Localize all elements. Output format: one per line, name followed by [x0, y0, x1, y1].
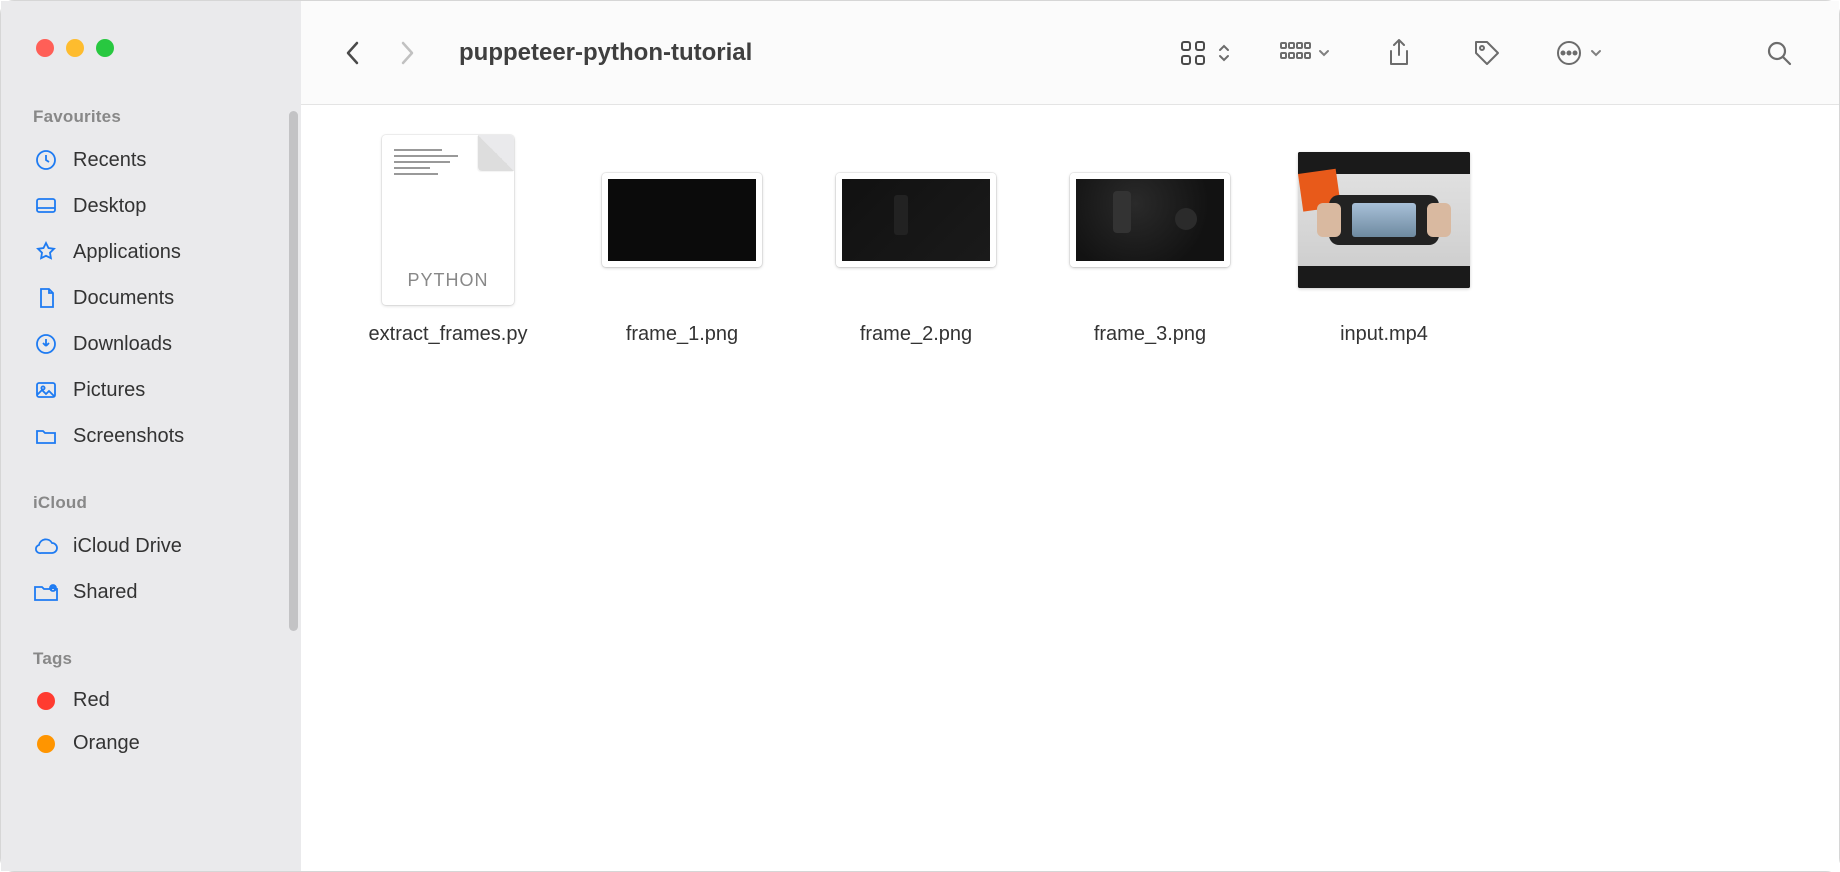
file-name: input.mp4	[1340, 323, 1428, 346]
folder-icon	[33, 423, 59, 449]
more-actions-button[interactable]	[1555, 31, 1603, 75]
close-window-button[interactable]	[36, 39, 54, 57]
view-mode-icons-button[interactable]	[1179, 31, 1231, 75]
applications-icon	[33, 239, 59, 265]
tag-dot-icon	[37, 735, 55, 753]
downloads-icon	[33, 331, 59, 357]
sidebar-item-downloads[interactable]: Downloads	[1, 321, 301, 367]
group-by-button[interactable]	[1279, 31, 1331, 75]
sidebar-item-label: Documents	[73, 287, 174, 310]
tags-button[interactable]	[1467, 31, 1507, 75]
cloud-icon	[33, 533, 59, 559]
file-item[interactable]: frame_3.png	[1033, 135, 1267, 346]
desktop-icon	[33, 193, 59, 219]
file-name: extract_frames.py	[369, 323, 528, 346]
toolbar: puppeteer-python-tutorial	[301, 1, 1839, 105]
sidebar: Favourites Recents Desktop Applications …	[1, 1, 301, 871]
sidebar-item-label: Desktop	[73, 195, 146, 218]
sidebar-item-label: Red	[73, 689, 110, 712]
sidebar-item-applications[interactable]: Applications	[1, 229, 301, 275]
sidebar-item-label: Pictures	[73, 379, 145, 402]
view-stepper-icon	[1217, 43, 1231, 63]
share-button[interactable]	[1379, 31, 1419, 75]
file-thumbnail	[1055, 135, 1245, 305]
sidebar-item-shared[interactable]: Shared	[1, 569, 301, 615]
fullscreen-window-button[interactable]	[96, 39, 114, 57]
sidebar-tag-red[interactable]: Red	[1, 679, 301, 722]
sidebar-item-label: Screenshots	[73, 425, 184, 448]
window-controls	[1, 1, 301, 57]
sidebar-item-desktop[interactable]: Desktop	[1, 183, 301, 229]
chevron-down-icon	[1589, 48, 1603, 58]
sidebar-item-label: Applications	[73, 241, 181, 264]
sidebar-item-icloud-drive[interactable]: iCloud Drive	[1, 523, 301, 569]
sidebar-item-label: Shared	[73, 581, 138, 604]
file-thumbnail	[821, 135, 1011, 305]
file-item[interactable]: input.mp4	[1267, 135, 1501, 346]
image-thumbnail-icon	[1070, 173, 1230, 267]
sidebar-section-favourites-header: Favourites	[1, 57, 301, 137]
file-item[interactable]: frame_1.png	[565, 135, 799, 346]
file-thumbnail	[1289, 135, 1479, 305]
file-item[interactable]: PYTHON extract_frames.py	[331, 135, 565, 346]
file-thumbnail	[587, 135, 777, 305]
sidebar-section-tags-header: Tags	[1, 615, 301, 679]
file-name: frame_2.png	[860, 323, 972, 346]
python-file-icon: PYTHON	[382, 135, 514, 305]
file-name: frame_3.png	[1094, 323, 1206, 346]
sidebar-section-icloud-header: iCloud	[1, 459, 301, 523]
clock-icon	[33, 147, 59, 173]
shared-folder-icon	[33, 579, 59, 605]
sidebar-tag-orange[interactable]: Orange	[1, 722, 301, 765]
file-grid: PYTHON extract_frames.py frame_1.png fra…	[301, 105, 1839, 871]
sidebar-item-label: Orange	[73, 732, 140, 755]
sidebar-item-pictures[interactable]: Pictures	[1, 367, 301, 413]
minimize-window-button[interactable]	[66, 39, 84, 57]
sidebar-scrollbar[interactable]	[289, 111, 298, 631]
document-icon	[33, 285, 59, 311]
file-type-badge: PYTHON	[382, 270, 514, 291]
pictures-icon	[33, 377, 59, 403]
file-name: frame_1.png	[626, 323, 738, 346]
chevron-down-icon	[1317, 48, 1331, 58]
sidebar-item-documents[interactable]: Documents	[1, 275, 301, 321]
sidebar-item-label: Downloads	[73, 333, 172, 356]
image-thumbnail-icon	[602, 173, 762, 267]
tag-dot-icon	[37, 692, 55, 710]
folder-title: puppeteer-python-tutorial	[459, 39, 752, 67]
video-thumbnail-icon	[1298, 152, 1470, 288]
sidebar-item-screenshots[interactable]: Screenshots	[1, 413, 301, 459]
back-button[interactable]	[331, 31, 375, 75]
sidebar-item-recents[interactable]: Recents	[1, 137, 301, 183]
search-button[interactable]	[1759, 31, 1799, 75]
forward-button[interactable]	[385, 31, 429, 75]
sidebar-item-label: Recents	[73, 149, 146, 172]
main-panel: puppeteer-python-tutorial	[301, 1, 1839, 871]
image-thumbnail-icon	[836, 173, 996, 267]
file-thumbnail: PYTHON	[353, 135, 543, 305]
file-item[interactable]: frame_2.png	[799, 135, 1033, 346]
sidebar-item-label: iCloud Drive	[73, 535, 182, 558]
